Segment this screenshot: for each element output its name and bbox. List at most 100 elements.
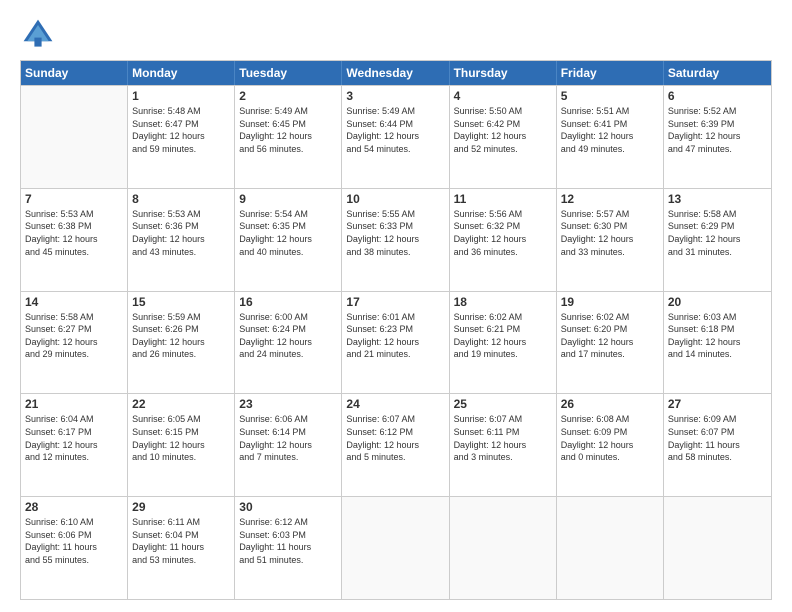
calendar-cell-28: 28Sunrise: 6:10 AMSunset: 6:06 PMDayligh…	[21, 497, 128, 599]
cell-info-line: Daylight: 12 hours	[668, 336, 767, 349]
cell-info-line: and 3 minutes.	[454, 451, 552, 464]
cell-info-line: Sunrise: 5:51 AM	[561, 105, 659, 118]
cell-info-line: Daylight: 12 hours	[346, 336, 444, 349]
calendar-cell-22: 22Sunrise: 6:05 AMSunset: 6:15 PMDayligh…	[128, 394, 235, 496]
cell-info-line: Daylight: 12 hours	[561, 130, 659, 143]
calendar-cell-14: 14Sunrise: 5:58 AMSunset: 6:27 PMDayligh…	[21, 292, 128, 394]
cell-info-line: Daylight: 12 hours	[561, 233, 659, 246]
cell-info-line: and 14 minutes.	[668, 348, 767, 361]
calendar-cell-21: 21Sunrise: 6:04 AMSunset: 6:17 PMDayligh…	[21, 394, 128, 496]
cell-info-line: and 59 minutes.	[132, 143, 230, 156]
cell-info-line: Sunrise: 6:02 AM	[561, 311, 659, 324]
calendar-cell-27: 27Sunrise: 6:09 AMSunset: 6:07 PMDayligh…	[664, 394, 771, 496]
cell-info-line: Sunrise: 6:10 AM	[25, 516, 123, 529]
cell-info-line: Sunrise: 5:50 AM	[454, 105, 552, 118]
day-number: 25	[454, 397, 552, 411]
cell-info-line: Sunset: 6:33 PM	[346, 220, 444, 233]
cell-info-line: Sunrise: 6:02 AM	[454, 311, 552, 324]
calendar-cell-9: 9Sunrise: 5:54 AMSunset: 6:35 PMDaylight…	[235, 189, 342, 291]
header-day-sunday: Sunday	[21, 61, 128, 85]
cell-info-line: and 49 minutes.	[561, 143, 659, 156]
calendar-cell-10: 10Sunrise: 5:55 AMSunset: 6:33 PMDayligh…	[342, 189, 449, 291]
cell-info-line: and 36 minutes.	[454, 246, 552, 259]
cell-info-line: Sunrise: 6:04 AM	[25, 413, 123, 426]
day-number: 23	[239, 397, 337, 411]
calendar-cell-24: 24Sunrise: 6:07 AMSunset: 6:12 PMDayligh…	[342, 394, 449, 496]
cell-info-line: Sunset: 6:23 PM	[346, 323, 444, 336]
cell-info-line: Daylight: 12 hours	[239, 233, 337, 246]
cell-info-line: Sunset: 6:15 PM	[132, 426, 230, 439]
cell-info-line: Daylight: 12 hours	[346, 233, 444, 246]
cell-info-line: Daylight: 12 hours	[454, 233, 552, 246]
cell-info-line: Sunrise: 5:58 AM	[25, 311, 123, 324]
cell-info-line: and 24 minutes.	[239, 348, 337, 361]
day-number: 12	[561, 192, 659, 206]
calendar-row-5: 28Sunrise: 6:10 AMSunset: 6:06 PMDayligh…	[21, 496, 771, 599]
calendar-cell-17: 17Sunrise: 6:01 AMSunset: 6:23 PMDayligh…	[342, 292, 449, 394]
cell-info-line: and 19 minutes.	[454, 348, 552, 361]
cell-info-line: and 21 minutes.	[346, 348, 444, 361]
calendar-cell-6: 6Sunrise: 5:52 AMSunset: 6:39 PMDaylight…	[664, 86, 771, 188]
cell-info-line: Daylight: 12 hours	[239, 439, 337, 452]
calendar-cell-4: 4Sunrise: 5:50 AMSunset: 6:42 PMDaylight…	[450, 86, 557, 188]
cell-info-line: Sunrise: 5:53 AM	[25, 208, 123, 221]
logo	[20, 16, 62, 52]
calendar-cell-12: 12Sunrise: 5:57 AMSunset: 6:30 PMDayligh…	[557, 189, 664, 291]
calendar-cell-2: 2Sunrise: 5:49 AMSunset: 6:45 PMDaylight…	[235, 86, 342, 188]
cell-info-line: Sunset: 6:29 PM	[668, 220, 767, 233]
cell-info-line: Sunset: 6:11 PM	[454, 426, 552, 439]
cell-info-line: Sunset: 6:26 PM	[132, 323, 230, 336]
calendar-cell-19: 19Sunrise: 6:02 AMSunset: 6:20 PMDayligh…	[557, 292, 664, 394]
page-header	[20, 16, 772, 52]
day-number: 11	[454, 192, 552, 206]
cell-info-line: Sunrise: 6:06 AM	[239, 413, 337, 426]
cell-info-line: Sunset: 6:18 PM	[668, 323, 767, 336]
cell-info-line: Daylight: 11 hours	[132, 541, 230, 554]
day-number: 17	[346, 295, 444, 309]
cell-info-line: Daylight: 12 hours	[668, 130, 767, 143]
cell-info-line: Daylight: 12 hours	[454, 130, 552, 143]
cell-info-line: Daylight: 12 hours	[561, 439, 659, 452]
cell-info-line: Sunset: 6:35 PM	[239, 220, 337, 233]
day-number: 8	[132, 192, 230, 206]
cell-info-line: Sunrise: 5:53 AM	[132, 208, 230, 221]
day-number: 4	[454, 89, 552, 103]
cell-info-line: Daylight: 11 hours	[239, 541, 337, 554]
cell-info-line: Sunrise: 5:56 AM	[454, 208, 552, 221]
cell-info-line: Sunset: 6:27 PM	[25, 323, 123, 336]
cell-info-line: and 10 minutes.	[132, 451, 230, 464]
cell-info-line: and 5 minutes.	[346, 451, 444, 464]
day-number: 2	[239, 89, 337, 103]
cell-info-line: Sunrise: 5:59 AM	[132, 311, 230, 324]
calendar-cell-empty	[21, 86, 128, 188]
cell-info-line: Sunrise: 6:00 AM	[239, 311, 337, 324]
cell-info-line: Daylight: 12 hours	[668, 233, 767, 246]
cell-info-line: Sunset: 6:24 PM	[239, 323, 337, 336]
cell-info-line: Daylight: 12 hours	[239, 336, 337, 349]
calendar-cell-3: 3Sunrise: 5:49 AMSunset: 6:44 PMDaylight…	[342, 86, 449, 188]
calendar-cell-empty	[557, 497, 664, 599]
cell-info-line: Sunrise: 6:07 AM	[454, 413, 552, 426]
cell-info-line: Sunrise: 6:07 AM	[346, 413, 444, 426]
cell-info-line: Sunset: 6:45 PM	[239, 118, 337, 131]
cell-info-line: Sunrise: 6:11 AM	[132, 516, 230, 529]
cell-info-line: Daylight: 12 hours	[132, 233, 230, 246]
cell-info-line: and 33 minutes.	[561, 246, 659, 259]
cell-info-line: Sunset: 6:30 PM	[561, 220, 659, 233]
cell-info-line: Sunrise: 6:09 AM	[668, 413, 767, 426]
cell-info-line: Sunset: 6:14 PM	[239, 426, 337, 439]
day-number: 19	[561, 295, 659, 309]
day-number: 14	[25, 295, 123, 309]
cell-info-line: Sunrise: 6:08 AM	[561, 413, 659, 426]
calendar-cell-8: 8Sunrise: 5:53 AMSunset: 6:36 PMDaylight…	[128, 189, 235, 291]
calendar-cell-7: 7Sunrise: 5:53 AMSunset: 6:38 PMDaylight…	[21, 189, 128, 291]
cell-info-line: and 56 minutes.	[239, 143, 337, 156]
header-day-wednesday: Wednesday	[342, 61, 449, 85]
cell-info-line: Daylight: 12 hours	[454, 439, 552, 452]
cell-info-line: Sunrise: 5:49 AM	[239, 105, 337, 118]
cell-info-line: Sunset: 6:21 PM	[454, 323, 552, 336]
cell-info-line: Daylight: 12 hours	[132, 130, 230, 143]
cell-info-line: Sunset: 6:44 PM	[346, 118, 444, 131]
calendar-cell-30: 30Sunrise: 6:12 AMSunset: 6:03 PMDayligh…	[235, 497, 342, 599]
day-number: 15	[132, 295, 230, 309]
